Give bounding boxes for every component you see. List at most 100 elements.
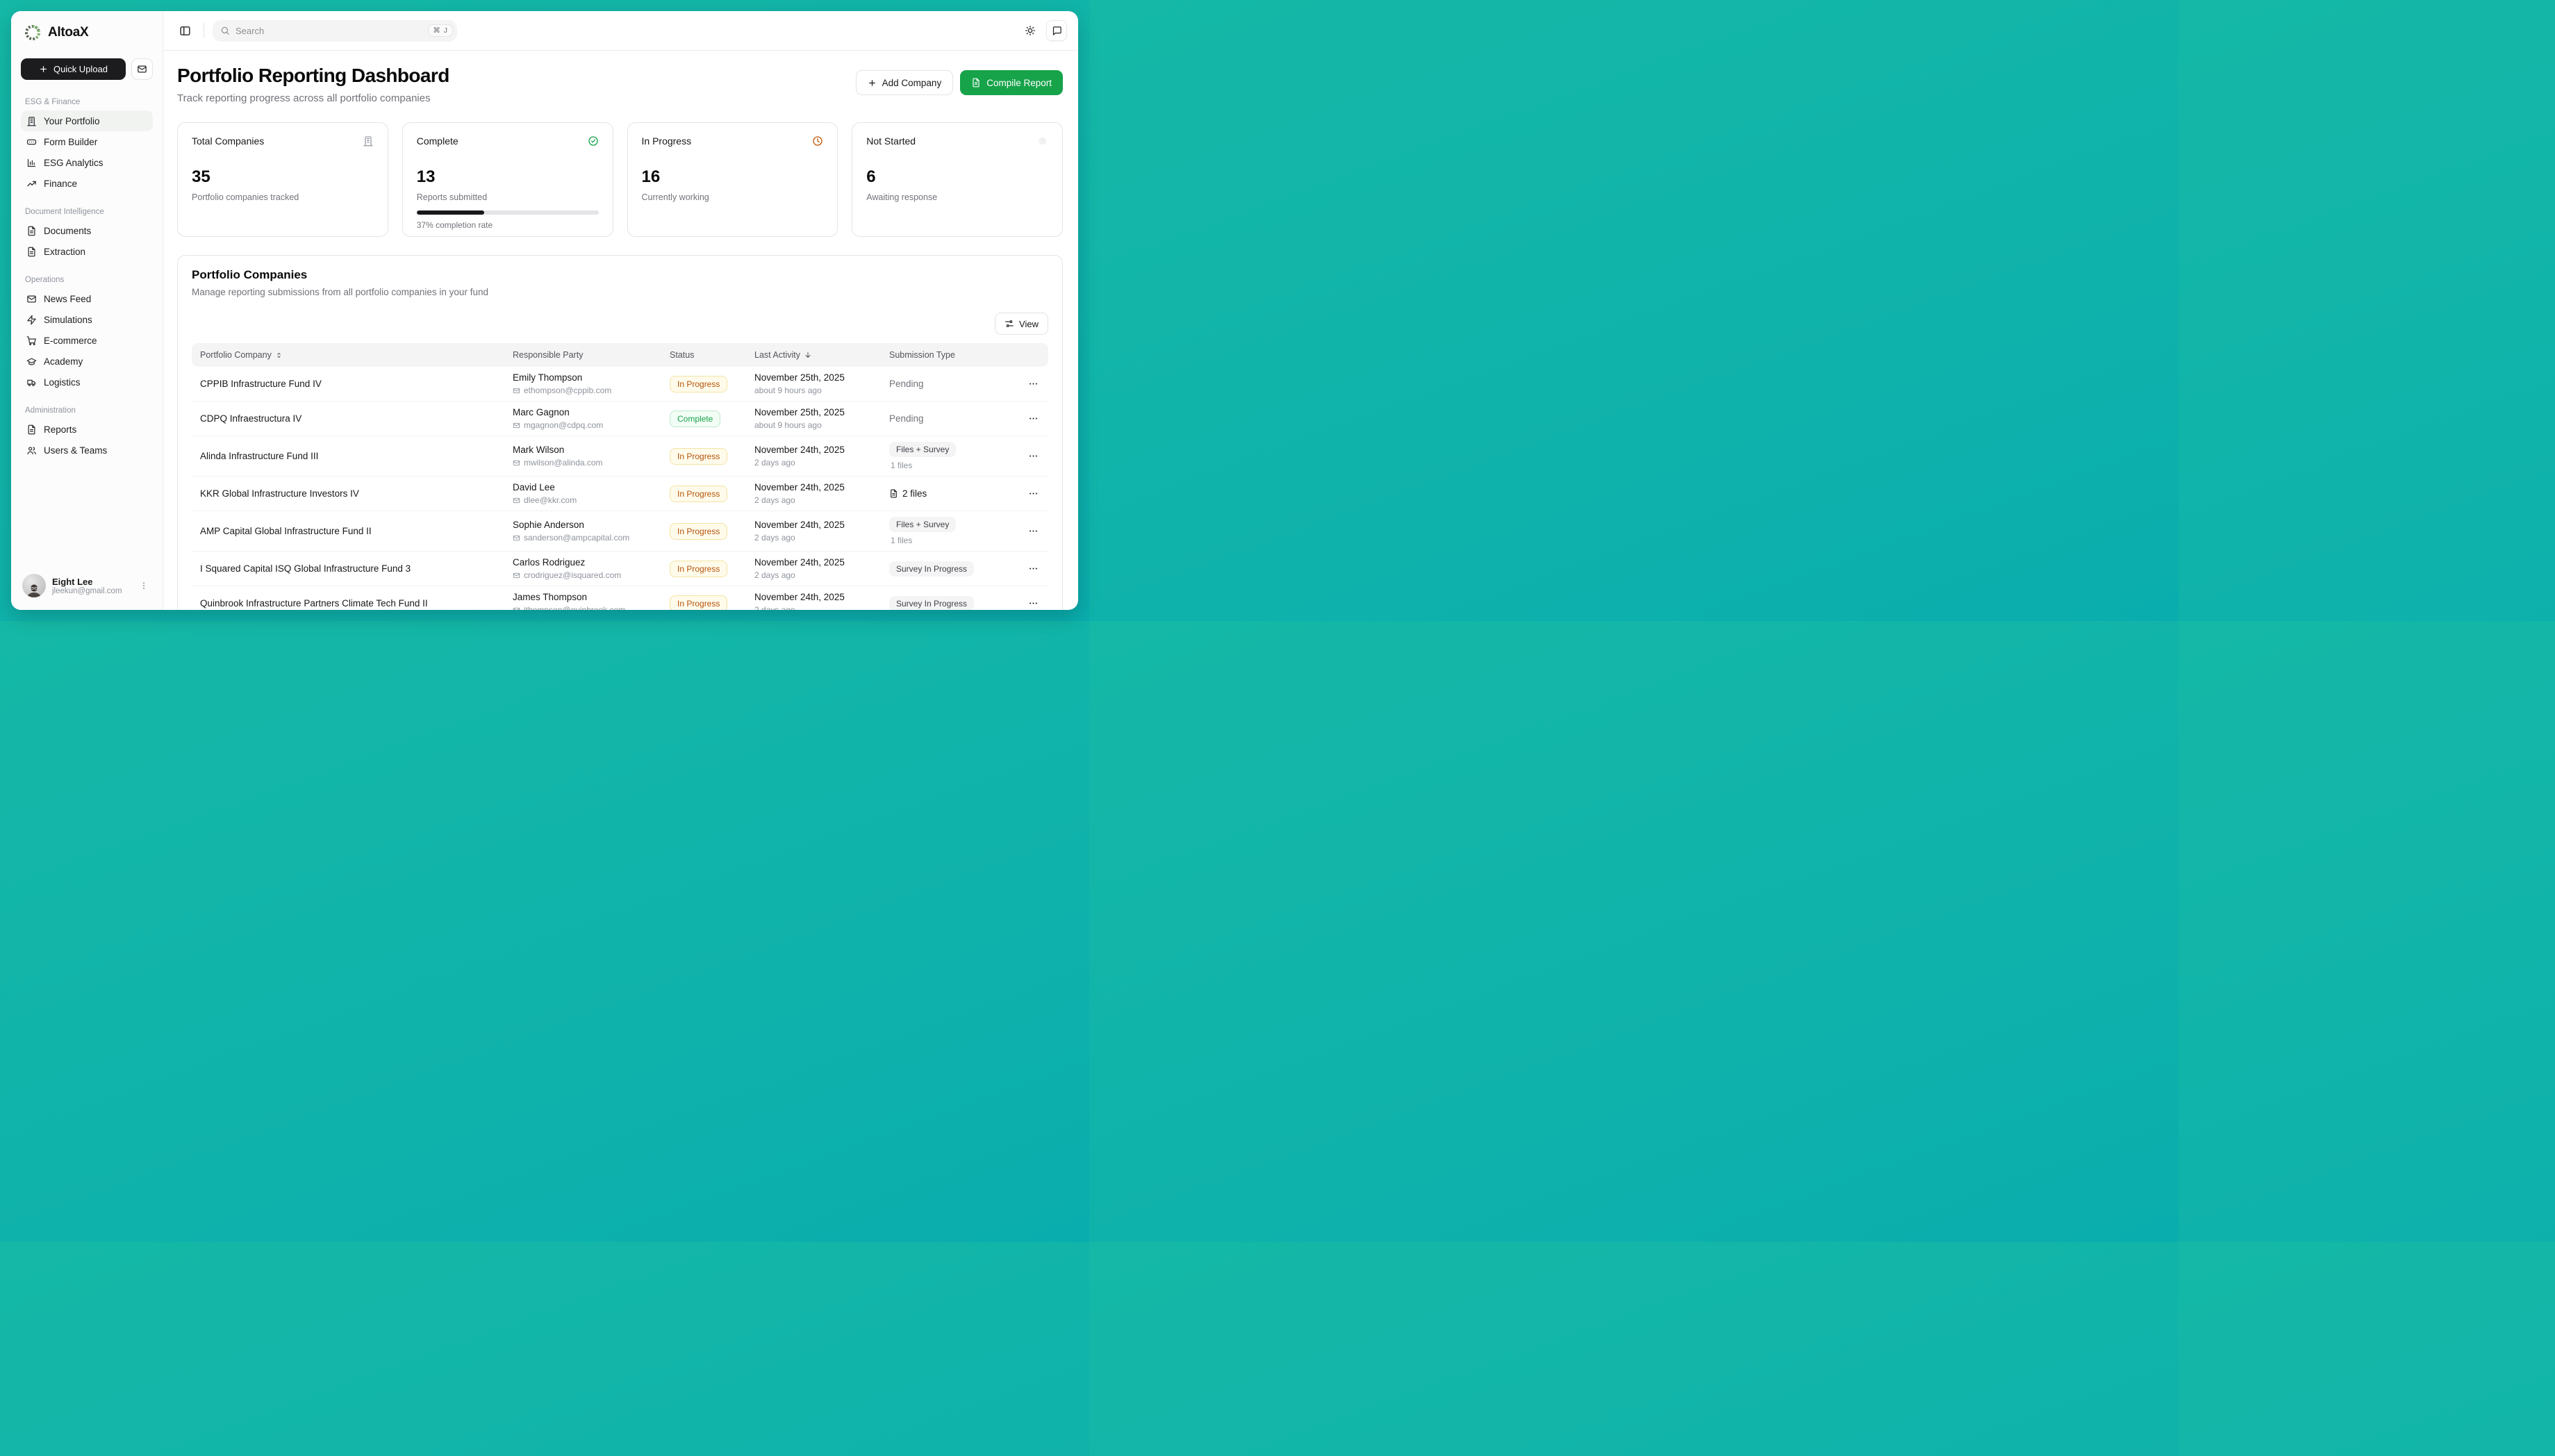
user-name: Eight Lee	[52, 577, 130, 587]
mail-icon	[513, 422, 520, 429]
add-company-button[interactable]: Add Company	[856, 70, 954, 95]
sidebar-item-users-teams[interactable]: Users & Teams	[21, 440, 153, 461]
table-row[interactable]: AMP Capital Global Infrastructure Fund I…	[192, 511, 1048, 552]
section-label: ESG & Finance	[21, 98, 153, 106]
column-status[interactable]: Status	[661, 350, 746, 360]
page-title: Portfolio Reporting Dashboard	[177, 65, 449, 87]
sidebar-item-label: News Feed	[44, 294, 91, 304]
column-last-activity[interactable]: Last Activity	[746, 350, 881, 360]
activity-ago: 2 days ago	[754, 570, 873, 580]
contact-email: mgagnon@cdpq.com	[513, 420, 653, 430]
truck-icon	[26, 377, 37, 388]
row-menu-button[interactable]	[1025, 595, 1041, 610]
stat-card-not-started: Not Started 6 Awaiting response	[852, 122, 1063, 237]
sidebar-item-news-feed[interactable]: News Feed	[21, 288, 153, 309]
table-row[interactable]: CPPIB Infrastructure Fund IV Emily Thomp…	[192, 367, 1048, 402]
more-vertical-icon	[139, 581, 149, 590]
company-name: Quinbrook Infrastructure Partners Climat…	[192, 593, 504, 610]
search-box[interactable]: ⌘ J	[213, 20, 457, 42]
stat-caption: Awaiting response	[866, 192, 1048, 202]
app-window: AltoaX Quick Upload ESG & Finance	[11, 11, 1078, 610]
mail-icon	[26, 294, 37, 304]
activity-ago: 2 days ago	[754, 495, 873, 505]
completion-progress-fill	[417, 210, 484, 215]
sidebar-item-documents[interactable]: Documents	[21, 220, 153, 241]
compile-report-label: Compile Report	[986, 78, 1052, 88]
activity-date: November 24th, 2025	[754, 592, 873, 602]
status-badge: In Progress	[670, 486, 727, 502]
table-row[interactable]: KKR Global Infrastructure Investors IV D…	[192, 477, 1048, 511]
company-name: CDPQ Infraestructura IV	[192, 408, 504, 429]
view-label: View	[1019, 319, 1039, 329]
submission-type: Pending	[889, 413, 924, 424]
column-submission-type[interactable]: Submission Type	[881, 350, 1017, 360]
sidebar-toggle-button[interactable]	[174, 20, 195, 41]
search-input[interactable]	[235, 26, 422, 36]
sidebar-item-extraction[interactable]: Extraction	[21, 241, 153, 262]
row-menu-button[interactable]	[1025, 411, 1041, 427]
contact-email: crodriguez@isquared.com	[513, 570, 653, 580]
sidebar-item-ecommerce[interactable]: E-commerce	[21, 330, 153, 351]
status-badge: In Progress	[670, 523, 727, 540]
sidebar-item-label: Logistics	[44, 377, 81, 388]
form-icon	[26, 137, 37, 147]
file-text-icon	[971, 78, 981, 88]
row-menu-button[interactable]	[1025, 376, 1041, 392]
sidebar-item-finance[interactable]: Finance	[21, 173, 153, 194]
table-row[interactable]: Alinda Infrastructure Fund III Mark Wils…	[192, 436, 1048, 477]
activity-date: November 24th, 2025	[754, 445, 873, 455]
stat-card-total-companies: Total Companies 35 Portfolio companies t…	[177, 122, 388, 237]
mail-icon	[513, 606, 520, 611]
row-menu-button[interactable]	[1025, 523, 1041, 539]
contact-name: Sophie Anderson	[513, 520, 653, 530]
user-profile[interactable]: Eight Lee jleekun@gmail.com	[21, 571, 153, 600]
sidebar-item-academy[interactable]: Academy	[21, 351, 153, 372]
sidebar-item-label: Academy	[44, 356, 83, 367]
column-responsible-party[interactable]: Responsible Party	[504, 350, 661, 360]
sidebar-item-label: Users & Teams	[44, 445, 107, 456]
activity-date: November 25th, 2025	[754, 372, 873, 383]
theme-toggle-button[interactable]	[1020, 20, 1041, 41]
topbar: ⌘ J	[163, 11, 1078, 51]
contact-name: Emily Thompson	[513, 372, 653, 383]
table-row[interactable]: CDPQ Infraestructura IV Marc Gagnon mgag…	[192, 402, 1048, 436]
sidebar-item-logistics[interactable]: Logistics	[21, 372, 153, 392]
table-row[interactable]: I Squared Capital ISQ Global Infrastruct…	[192, 552, 1048, 586]
compile-report-button[interactable]: Compile Report	[960, 70, 1063, 95]
activity-ago: 2 days ago	[754, 533, 873, 543]
feedback-button[interactable]	[1046, 20, 1067, 41]
sidebar-item-reports[interactable]: Reports	[21, 419, 153, 440]
quick-upload-label: Quick Upload	[53, 64, 108, 74]
user-email: jleekun@gmail.com	[52, 587, 130, 595]
clock-icon	[812, 135, 823, 147]
section-label: Operations	[21, 276, 153, 284]
mail-icon	[137, 64, 147, 74]
submission-files-count: 1 files	[889, 536, 1009, 545]
sidebar-item-label: Form Builder	[44, 137, 97, 147]
view-button[interactable]: View	[995, 313, 1048, 335]
sidebar-item-your-portfolio[interactable]: Your Portfolio	[21, 110, 153, 131]
row-menu-button[interactable]	[1025, 448, 1041, 464]
users-icon	[26, 445, 37, 456]
sidebar-item-simulations[interactable]: Simulations	[21, 309, 153, 330]
sidebar-item-label: Simulations	[44, 315, 92, 325]
row-menu-button[interactable]	[1025, 561, 1041, 577]
company-name: CPPIB Infrastructure Fund IV	[192, 373, 504, 395]
row-menu-button[interactable]	[1025, 486, 1041, 502]
table-row[interactable]: Quinbrook Infrastructure Partners Climat…	[192, 586, 1048, 610]
nav-section-esg-finance: ESG & Finance Your Portfolio Form Builde…	[21, 98, 153, 194]
column-portfolio-company[interactable]: Portfolio Company	[192, 350, 504, 360]
search-icon	[220, 26, 230, 35]
sidebar-item-esg-analytics[interactable]: ESG Analytics	[21, 152, 153, 173]
user-menu-button[interactable]	[136, 578, 151, 593]
inbox-button[interactable]	[131, 58, 153, 80]
sun-icon	[1025, 25, 1036, 36]
mail-icon	[513, 497, 520, 504]
contact-name: David Lee	[513, 482, 653, 493]
stat-caption: Currently working	[642, 192, 824, 202]
stat-cards: Total Companies 35 Portfolio companies t…	[177, 122, 1063, 237]
sidebar-item-form-builder[interactable]: Form Builder	[21, 131, 153, 152]
quick-upload-button[interactable]: Quick Upload	[21, 58, 126, 80]
page-subtitle: Track reporting progress across all port…	[177, 92, 449, 104]
status-badge: In Progress	[670, 561, 727, 577]
